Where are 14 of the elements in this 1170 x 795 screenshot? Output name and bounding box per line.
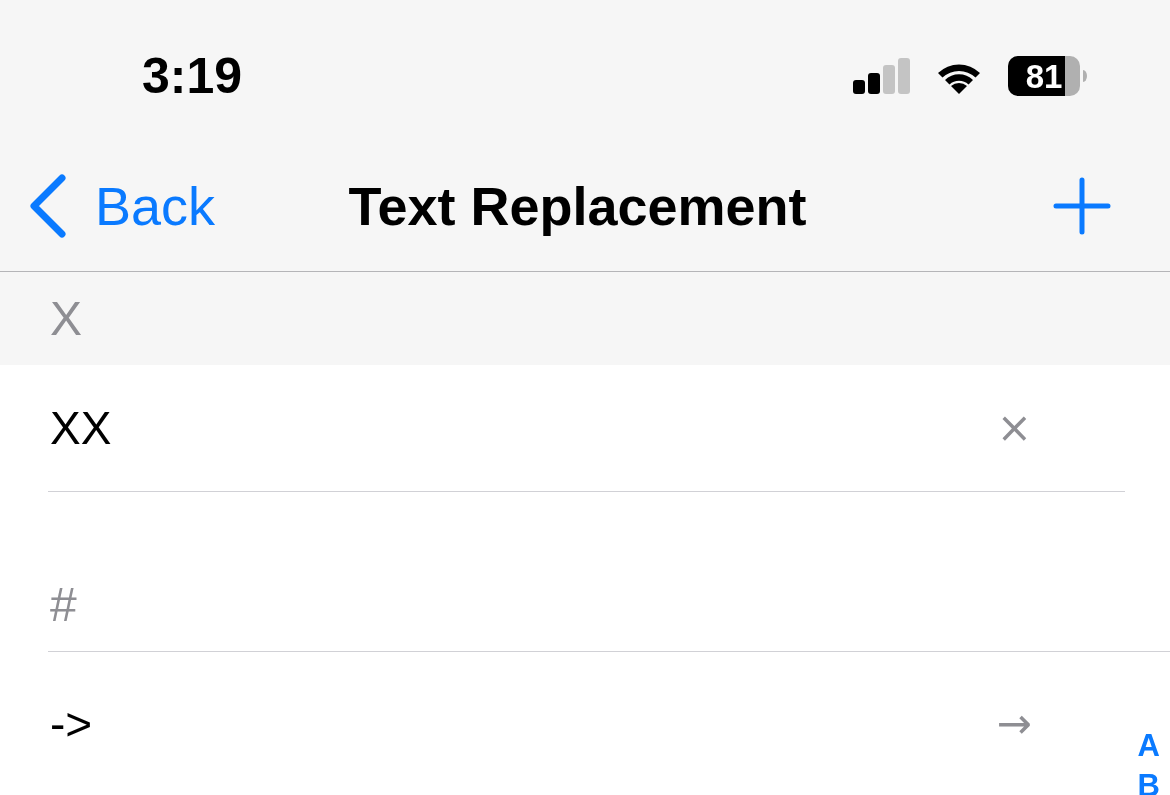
chevron-left-icon [28, 173, 67, 238]
add-button[interactable] [1052, 175, 1112, 236]
replacement-phrase[interactable]: XX [50, 405, 112, 451]
battery-percentage: 81 [1025, 59, 1063, 93]
section-header: # [50, 581, 77, 629]
index-letter[interactable]: A [1137, 726, 1160, 766]
back-button[interactable]: Back [28, 173, 216, 238]
plus-icon [1053, 176, 1111, 235]
signal-icon [853, 58, 910, 94]
status-time: 3:19 [142, 51, 243, 101]
replacement-phrase[interactable]: -> [50, 701, 93, 747]
replacement-shortcut: → [996, 703, 1032, 745]
section-header: X [50, 294, 82, 343]
replacement-shortcut: × [996, 407, 1032, 449]
